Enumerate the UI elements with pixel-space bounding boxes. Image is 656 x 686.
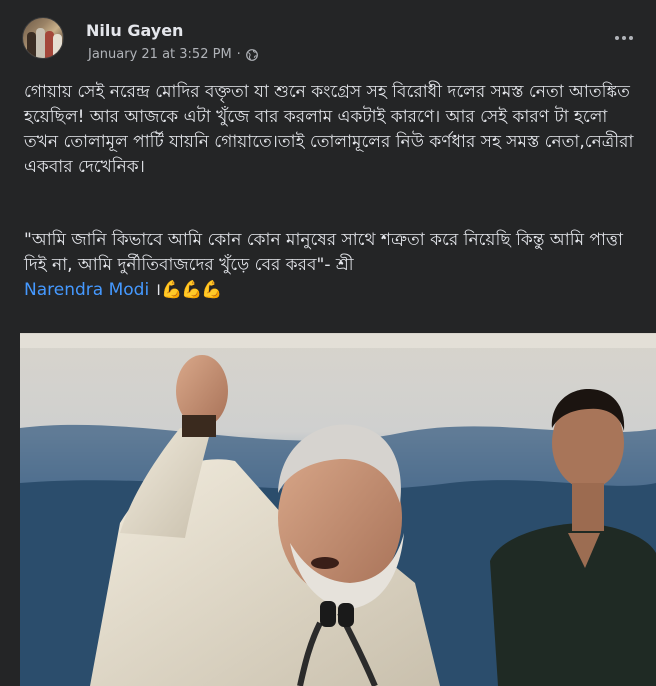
post-quote: "আমি জানি কিভাবে আমি কোন কোন মানুষের সাথ… [24,228,634,303]
meta-separator: · [236,47,241,62]
post-timestamp[interactable]: January 21 at 3:52 PM [88,47,232,62]
quote-end: । [149,280,162,300]
author-name[interactable]: Nilu Gayen [86,21,183,40]
post-header: Nilu Gayen January 21 at 3:52 PM · [0,0,656,78]
quote-text: "আমি জানি কিভাবে আমি কোন কোন মানুষের সাথ… [24,230,623,275]
globe-icon[interactable] [245,48,258,61]
mention-link[interactable]: Narendra Modi [24,280,149,300]
post-meta: January 21 at 3:52 PM · [88,47,258,62]
flexed-biceps-emoji: 💪💪💪 [161,280,223,300]
video-frame[interactable] [20,333,656,686]
more-horizontal-icon [615,36,619,40]
post-body: গোয়ায় সেই নরেন্দ্র মোদির বক্তৃতা যা শু… [24,82,634,177]
more-options-button[interactable] [606,26,642,50]
author-avatar[interactable] [22,17,64,59]
